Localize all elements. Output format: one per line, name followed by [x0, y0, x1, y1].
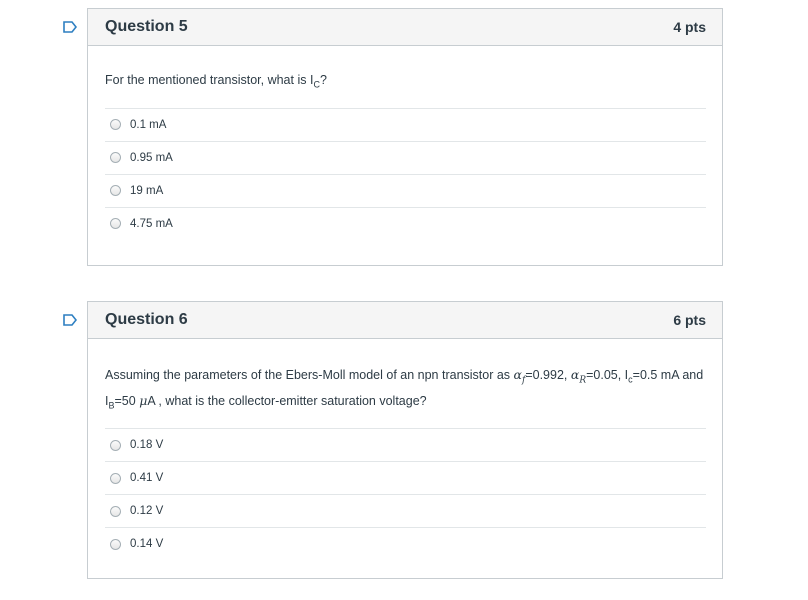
radio-button[interactable]: [110, 185, 121, 196]
answer-option[interactable]: 0.41 V: [105, 461, 706, 494]
answer-option[interactable]: 0.12 V: [105, 494, 706, 527]
answer-option[interactable]: 0.1 mA: [105, 107, 706, 141]
question-text: For the mentioned transistor, what is IC…: [105, 73, 327, 90]
answer-label: 4.75 mA: [130, 217, 173, 230]
answer-label: 0.95 mA: [130, 151, 173, 164]
answer-label: 0.41 V: [130, 472, 164, 484]
answer-list: 0.1 mA 0.95 mA 19 mA 4.75 mA: [105, 107, 706, 240]
radio-button[interactable]: [110, 505, 121, 517]
answer-label: 0.12 V: [130, 505, 164, 517]
question-text: Assuming the parameters of the Ebers-Mol…: [105, 367, 704, 410]
bookmark-flag-icon[interactable]: [63, 314, 77, 326]
question-title: Question 6: [105, 311, 188, 328]
answer-option[interactable]: 4.75 mA: [105, 206, 706, 240]
radio-button[interactable]: [110, 152, 121, 163]
answer-list: 0.18 V 0.41 V 0.12 V 0.14 V: [105, 428, 706, 560]
question-card-6: Question 6 6 pts Assuming the parameters…: [87, 301, 723, 579]
answer-option[interactable]: 19 mA: [105, 173, 706, 207]
question-points: 6 pts: [673, 312, 706, 328]
answer-option[interactable]: 0.14 V: [105, 527, 706, 560]
answer-label: 0.14 V: [130, 538, 164, 550]
answer-option[interactable]: 0.95 mA: [105, 140, 706, 174]
question-card-5: Question 5 4 pts For the mentioned trans…: [87, 8, 723, 266]
radio-button[interactable]: [110, 538, 121, 550]
question-points: 4 pts: [673, 19, 706, 35]
answer-label: 0.1 mA: [130, 118, 167, 131]
bookmark-flag-icon[interactable]: [63, 21, 77, 33]
radio-button[interactable]: [110, 472, 121, 484]
answer-label: 19 mA: [130, 184, 164, 197]
question-title: Question 5: [105, 18, 188, 35]
answer-option[interactable]: 0.18 V: [105, 428, 706, 461]
question-header: Question 5 4 pts: [88, 9, 722, 46]
radio-button[interactable]: [110, 439, 121, 451]
answer-label: 0.18 V: [130, 439, 164, 451]
question-header: Question 6 6 pts: [88, 302, 722, 339]
radio-button[interactable]: [110, 119, 121, 130]
radio-button[interactable]: [110, 218, 121, 229]
